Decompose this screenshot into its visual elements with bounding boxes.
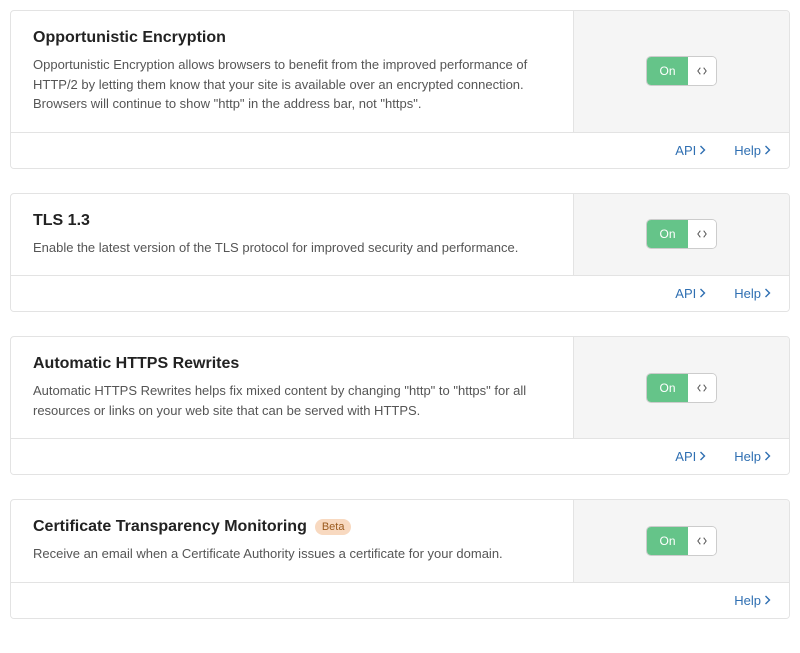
toggle-on-label: On: [647, 527, 687, 555]
setting-description: Automatic HTTPS Rewrites helps fix mixed…: [33, 381, 551, 420]
toggle-on-label: On: [647, 374, 687, 402]
toggle-switch[interactable]: On: [646, 373, 716, 403]
beta-badge: Beta: [315, 519, 352, 535]
card-footer: API Help: [11, 132, 789, 168]
help-link-label: Help: [734, 143, 761, 158]
setting-card: TLS 1.3 Enable the latest version of the …: [10, 193, 790, 313]
setting-title-text: Certificate Transparency Monitoring: [33, 518, 307, 536]
help-link-label: Help: [734, 593, 761, 608]
help-link-label: Help: [734, 449, 761, 464]
setting-title-text: Automatic HTTPS Rewrites: [33, 355, 239, 373]
toggle-on-label: On: [647, 57, 687, 85]
setting-description: Enable the latest version of the TLS pro…: [33, 238, 551, 258]
setting-title: Opportunistic Encryption: [33, 29, 551, 47]
toggle-switch[interactable]: On: [646, 526, 716, 556]
help-link[interactable]: Help: [734, 449, 771, 464]
toggle-arrows-icon: [688, 374, 716, 402]
toggle-arrows-icon: [688, 220, 716, 248]
setting-card: Automatic HTTPS Rewrites Automatic HTTPS …: [10, 336, 790, 475]
card-footer: API Help: [11, 438, 789, 474]
caret-right-icon: [764, 593, 771, 608]
setting-title: TLS 1.3: [33, 212, 551, 230]
api-link-label: API: [675, 286, 696, 301]
setting-title: Automatic HTTPS Rewrites: [33, 355, 551, 373]
toggle-switch[interactable]: On: [646, 219, 716, 249]
caret-right-icon: [699, 449, 706, 464]
api-link-label: API: [675, 449, 696, 464]
setting-title: Certificate Transparency Monitoring Beta: [33, 518, 551, 536]
api-link[interactable]: API: [675, 286, 706, 301]
caret-right-icon: [764, 449, 771, 464]
toggle-switch[interactable]: On: [646, 56, 716, 86]
caret-right-icon: [764, 286, 771, 301]
caret-right-icon: [699, 286, 706, 301]
help-link[interactable]: Help: [734, 286, 771, 301]
help-link-label: Help: [734, 286, 761, 301]
toggle-arrows-icon: [688, 57, 716, 85]
api-link[interactable]: API: [675, 449, 706, 464]
card-footer: Help: [11, 582, 789, 618]
api-link[interactable]: API: [675, 143, 706, 158]
help-link[interactable]: Help: [734, 143, 771, 158]
setting-description: Receive an email when a Certificate Auth…: [33, 544, 551, 564]
setting-card: Certificate Transparency Monitoring Beta R…: [10, 499, 790, 619]
setting-description: Opportunistic Encryption allows browsers…: [33, 55, 551, 114]
setting-card: Opportunistic Encryption Opportunistic En…: [10, 10, 790, 169]
help-link[interactable]: Help: [734, 593, 771, 608]
toggle-arrows-icon: [688, 527, 716, 555]
toggle-on-label: On: [647, 220, 687, 248]
api-link-label: API: [675, 143, 696, 158]
setting-title-text: Opportunistic Encryption: [33, 29, 226, 47]
caret-right-icon: [764, 143, 771, 158]
setting-title-text: TLS 1.3: [33, 212, 90, 230]
caret-right-icon: [699, 143, 706, 158]
card-footer: API Help: [11, 275, 789, 311]
